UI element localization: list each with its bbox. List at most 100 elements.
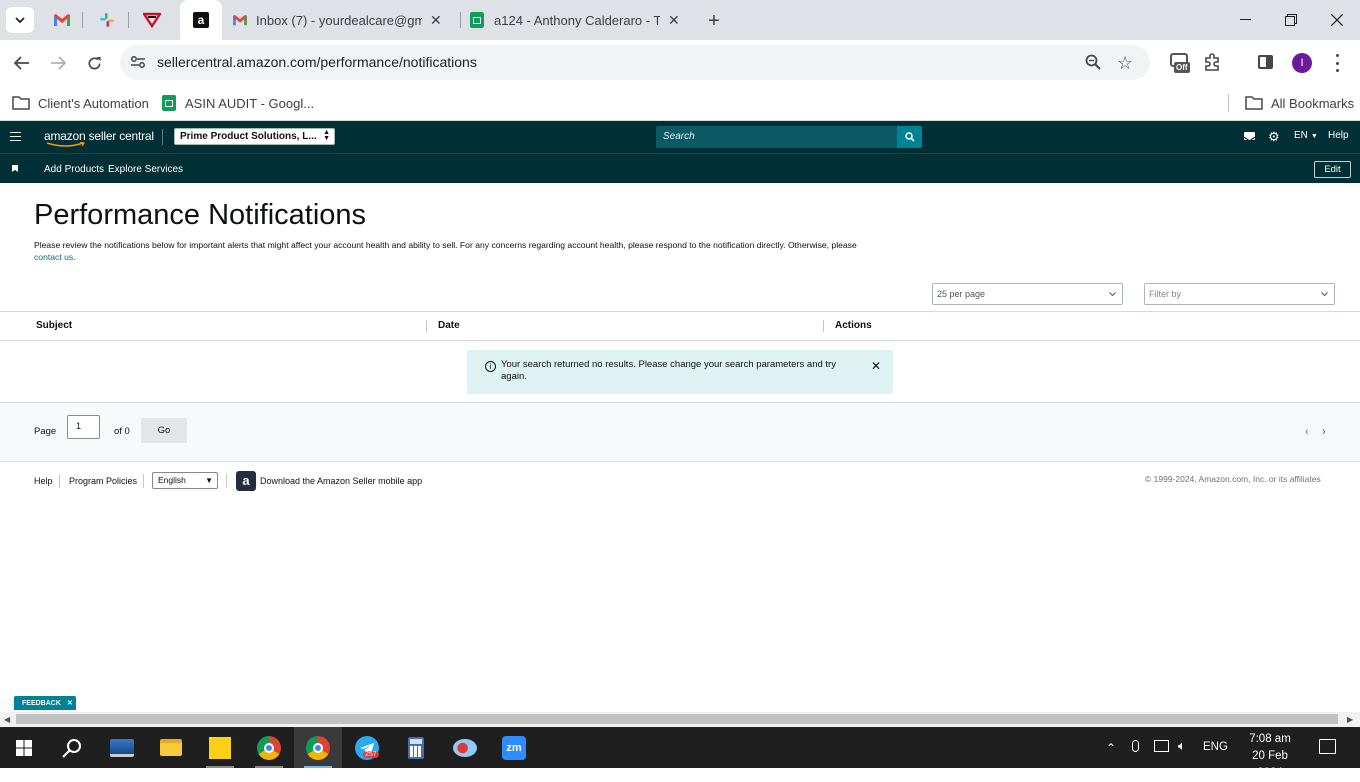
tray-overflow-icon[interactable]: ⌃ [1106,741,1116,755]
all-bookmarks-button[interactable]: All Bookmarks [1245,92,1354,114]
tab-gmail-inbox[interactable]: Inbox (7) - yourdealcare@gmail ✕ [232,0,452,40]
page-total: of 0 [114,426,130,437]
extensions-puzzle-icon[interactable] [1203,53,1221,76]
new-tab-button[interactable]: + [703,10,725,32]
taskbar-sticky-notes[interactable] [196,727,244,768]
footer-divider [59,474,60,488]
language-selector[interactable]: EN ▼ [1294,130,1318,141]
close-icon[interactable]: ✕ [430,12,442,29]
go-button[interactable]: Go [141,418,187,443]
clock[interactable]: 7:08 am 20 Feb 2024 [1238,731,1302,782]
global-search-input[interactable]: Search [656,126,898,148]
table-header: Subject Date Actions [0,312,1360,341]
tab-gmail-pinned[interactable] [48,0,76,40]
scroll-left-arrow[interactable]: ◀ [4,715,10,724]
taskbar-telegram[interactable]: 257 [343,727,391,768]
page-number-input[interactable]: 1 [67,415,100,439]
bookmark-label: Client's Automation [38,95,149,111]
feedback-label: FEEDBACK [22,700,61,707]
taskbar-zoom[interactable]: zm [490,727,538,768]
nav-explore-services[interactable]: Explore Services [108,164,183,175]
reload-button[interactable] [79,48,109,78]
close-icon[interactable]: ✕ [668,12,680,29]
header-divider [162,129,163,145]
close-window-button[interactable] [1314,0,1360,40]
zoom-icon[interactable] [1085,54,1101,75]
chrome-icon [306,735,330,760]
taskbar-calculator[interactable] [392,727,440,768]
bookmark-star-icon[interactable]: ☆ [1117,53,1133,74]
close-icon[interactable]: ✕ [67,700,73,707]
caret-down-icon: ▼ [1310,133,1318,140]
bookmark-folder-clients-automation[interactable]: Client's Automation [12,92,149,114]
download-app-link[interactable]: Download the Amazon Seller mobile app [260,476,422,486]
notifications-icon[interactable] [1319,739,1336,754]
footer-program-policies-link[interactable]: Program Policies [69,476,137,486]
tab-search-button[interactable] [6,7,34,33]
feedback-button[interactable]: FEEDBACK ✕ [14,696,76,710]
column-date[interactable]: Date [438,320,460,331]
footer-help-link[interactable]: Help [34,476,53,486]
bookmark-asin-audit[interactable]: ASIN AUDIT - Googl... [162,92,314,114]
url-text[interactable]: sellercentral.amazon.com/performance/not… [157,54,477,70]
tab-separator [460,12,461,28]
extension-toggle-icon[interactable]: Off [1170,53,1192,75]
taskbar-desktop-app[interactable] [98,727,146,768]
close-icon[interactable]: ✕ [871,359,881,373]
side-panel-icon[interactable] [1258,55,1273,69]
taskbar-chrome[interactable] [245,727,293,768]
mail-icon[interactable] [1243,132,1256,142]
scroll-right-arrow[interactable]: ▶ [1347,715,1353,724]
taskbar-chrome-profile-active[interactable] [294,727,342,768]
per-page-select[interactable]: 25 per page [932,283,1123,305]
tab-sheets[interactable]: a124 - Anthony Calderaro - Tea ✕ [470,0,690,40]
browser-menu-icon[interactable] [1334,54,1340,72]
bookmark-icon[interactable] [12,165,18,172]
intro-text: Please review the notifications below fo… [34,240,857,250]
microphone-icon[interactable] [1132,740,1139,752]
column-divider [823,320,824,332]
logo-text: amazon seller central [44,129,154,143]
input-language[interactable]: ENG [1203,741,1228,753]
scrollbar-thumb[interactable] [16,714,1338,724]
tab-slack[interactable] [95,0,119,40]
network-icon[interactable] [1154,740,1169,752]
footer-language-select[interactable]: English ▼ [152,472,218,489]
forward-button[interactable] [43,48,73,78]
amazon-app-icon[interactable]: a [236,471,256,491]
account-switcher[interactable]: Prime Product Solutions, L... ▲ ▼ [174,128,335,145]
taskbar-file-explorer[interactable] [147,727,195,768]
caret-down-icon: ▼ [205,476,213,485]
volume-icon[interactable]: 🔈︎ [1178,738,1186,754]
minimize-button[interactable] [1222,0,1268,40]
seller-central-logo[interactable]: amazon seller central [44,129,154,147]
search-button[interactable] [897,126,922,148]
avast-icon [143,12,161,28]
contact-us-link[interactable]: contact us. [34,252,76,262]
bookmarks-separator [1228,94,1229,112]
filter-select[interactable]: Filter by [1144,283,1335,305]
nav-add-products[interactable]: Add Products [44,164,104,175]
maximize-button[interactable] [1268,0,1314,40]
column-actions[interactable]: Actions [835,320,872,331]
column-subject[interactable]: Subject [36,320,72,331]
tab-amazon-active[interactable]: a [180,0,222,40]
site-info-icon[interactable] [130,55,146,74]
settings-gear-icon[interactable]: ⚙ [1268,130,1280,143]
windows-taskbar: 257 zm ⌃ 🔈︎ ENG 7:08 am 20 Feb 2024 [0,727,1360,779]
profile-avatar[interactable]: I [1292,53,1312,73]
prev-page-icon[interactable]: ‹ [1305,426,1309,438]
back-button[interactable] [7,48,37,78]
address-bar[interactable]: sellercentral.amazon.com/performance/not… [120,45,1150,80]
clock-date: 20 Feb 2024 [1252,750,1288,779]
next-page-icon[interactable]: › [1322,426,1326,438]
edit-nav-button[interactable]: Edit [1314,161,1351,178]
start-button[interactable] [0,727,48,768]
hamburger-menu-icon[interactable] [10,132,21,141]
tab-avast[interactable] [140,0,164,40]
horizontal-scrollbar[interactable]: ◀ ▶ [0,712,1360,727]
help-link[interactable]: Help [1328,130,1349,141]
taskbar-search-button[interactable] [48,727,96,768]
close-icon [1331,14,1343,26]
taskbar-app-bird[interactable] [441,727,489,768]
